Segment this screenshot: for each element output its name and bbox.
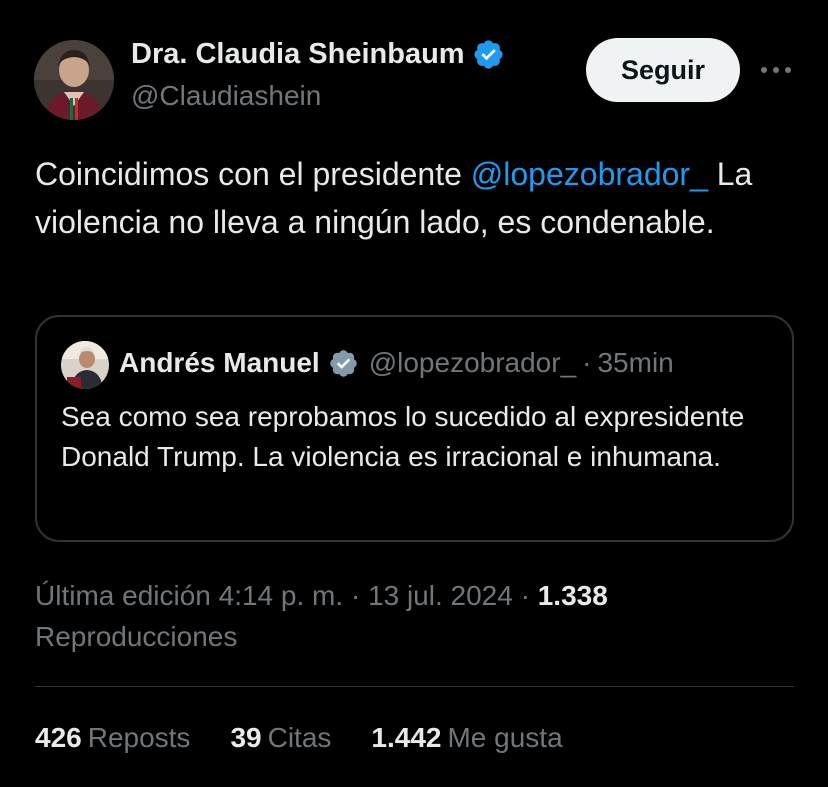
author-avatar[interactable] xyxy=(34,40,114,120)
edited-timestamp[interactable]: Última edición 4:14 p. m. xyxy=(35,580,343,611)
government-verified-badge-icon xyxy=(328,348,359,379)
author-name-text: Dra. Claudia Sheinbaum xyxy=(131,38,465,70)
tweet-date[interactable]: 13 jul. 2024 xyxy=(368,580,513,611)
quotes-label: Citas xyxy=(267,722,332,753)
reposts-stat[interactable]: 426 Reposts xyxy=(35,722,190,754)
author-name[interactable]: Dra. Claudia Sheinbaum xyxy=(131,38,505,71)
separator-dot: · xyxy=(582,347,592,378)
verified-badge-icon xyxy=(472,38,505,71)
author-handle[interactable]: @Claudiashein xyxy=(131,80,321,112)
quoted-author-avatar-image xyxy=(61,341,109,389)
author-avatar-image xyxy=(34,40,114,120)
mention-link[interactable]: @lopezobrador_ xyxy=(471,156,708,192)
likes-stat[interactable]: 1.442 Me gusta xyxy=(371,722,562,754)
likes-label: Me gusta xyxy=(447,722,563,753)
quoted-author-avatar[interactable] xyxy=(61,341,109,389)
tweet-text: Coincidimos con el presidente @lopezobra… xyxy=(35,150,795,246)
separator-dot: · xyxy=(520,580,530,611)
reposts-label: Reposts xyxy=(87,722,191,753)
quoted-tweet-time[interactable]: 35min xyxy=(597,347,673,379)
more-options-icon[interactable] xyxy=(758,56,794,84)
views-label: Reproducciones xyxy=(35,621,238,652)
quoted-author-handle[interactable]: @lopezobrador_ xyxy=(369,347,576,379)
separator-dot: · xyxy=(350,580,361,611)
tweet-detail: Dra. Claudia Sheinbaum @Claudiashein Seg… xyxy=(0,0,828,787)
quotes-count: 39 xyxy=(230,722,262,753)
views-count: 1.338 xyxy=(537,580,608,611)
engagement-stats: 426 Reposts 39 Citas 1.442 Me gusta xyxy=(35,722,603,754)
likes-count: 1.442 xyxy=(371,722,442,753)
quoted-tweet-card[interactable]: Andrés Manuel @lopezobrador_ · 35min Sea… xyxy=(35,315,794,542)
quoted-tweet-header: Andrés Manuel @lopezobrador_ · 35min xyxy=(119,347,674,379)
follow-button[interactable]: Seguir xyxy=(586,38,740,102)
reposts-count: 426 xyxy=(35,722,82,753)
quoted-author-name[interactable]: Andrés Manuel xyxy=(119,347,320,379)
tweet-meta: Última edición 4:14 p. m. · 13 jul. 2024… xyxy=(35,575,795,657)
divider xyxy=(35,686,794,687)
quotes-stat[interactable]: 39 Citas xyxy=(230,722,331,754)
quoted-tweet-text: Sea como sea reprobamos lo sucedido al e… xyxy=(61,401,745,472)
tweet-text-part: Coincidimos con el presidente xyxy=(35,156,471,192)
